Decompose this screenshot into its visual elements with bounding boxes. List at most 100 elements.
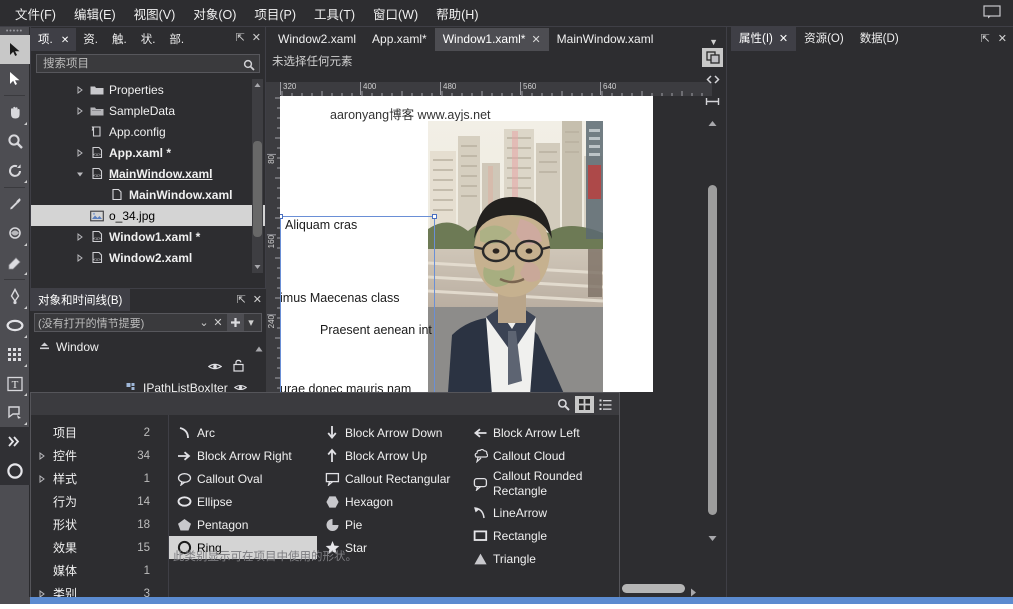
category-row[interactable]: 行为 14 (31, 490, 168, 513)
tree-row[interactable]: <x> MainWindow.xaml (31, 163, 265, 184)
selection-tool-icon[interactable] (0, 35, 30, 64)
pin-icon[interactable]: ⇱ (236, 31, 245, 44)
element-selection-box[interactable] (280, 214, 437, 392)
scrollbar-thumb[interactable] (253, 141, 262, 237)
storyboard-close-icon[interactable]: ✕ (211, 316, 225, 329)
search-input[interactable] (41, 56, 255, 71)
scrollbar-thumb[interactable] (708, 185, 717, 515)
xaml-view-icon[interactable] (702, 70, 723, 89)
tab-assets[interactable]: 资. (76, 28, 105, 51)
shape-item-callout-rounded-rectangle[interactable]: Callout Rounded Rectangle (465, 467, 625, 501)
assets-chevron-icon[interactable] (0, 427, 30, 456)
expander-collapsed-icon[interactable] (35, 474, 49, 483)
category-row[interactable]: 项目 2 (31, 421, 168, 444)
objects-scroll-up-icon[interactable] (255, 341, 263, 355)
pan-hand-tool-icon[interactable] (0, 98, 30, 127)
unlock-icon[interactable] (233, 359, 244, 375)
project-tree-scrollbar[interactable] (252, 79, 263, 273)
expander-collapsed-icon[interactable] (73, 253, 87, 262)
plus-icon[interactable] (227, 314, 244, 331)
expander-collapsed-icon[interactable] (73, 106, 87, 115)
scrollbar-thumb[interactable] (622, 584, 685, 593)
close-icon[interactable]: ✕ (531, 33, 540, 46)
toolbar-grip[interactable]: ••••• (0, 27, 29, 35)
shape-item-callout-oval[interactable]: Callout Oval (169, 467, 309, 490)
grid-view-icon[interactable] (575, 395, 594, 413)
photo-portrait[interactable] (428, 121, 603, 392)
storyboard-selector[interactable]: (没有打开的情节提要) ⌄ ✕ ▾ (34, 313, 262, 332)
eye-icon[interactable] (207, 360, 223, 374)
tab-project-close-icon[interactable]: ✕ (61, 35, 69, 46)
selection-handle[interactable] (432, 214, 437, 219)
menu-file[interactable]: 文件(F) (6, 0, 65, 27)
category-row[interactable]: 媒体 1 (31, 559, 168, 582)
canvas-vertical-scrollbar[interactable] (707, 185, 718, 555)
tree-row[interactable]: <x> Window2.xaml (31, 247, 265, 268)
shape-tool-icon[interactable] (0, 398, 30, 427)
search-box[interactable] (36, 54, 260, 73)
close-icon[interactable]: ✕ (253, 293, 262, 306)
camera-orbit-tool-icon[interactable] (0, 156, 30, 185)
design-view-icon[interactable] (702, 48, 723, 67)
tree-row[interactable]: SampleData (31, 100, 265, 121)
tab-states[interactable]: 状. (134, 28, 163, 51)
feedback-icon[interactable] (983, 5, 1001, 19)
scroll-down-icon[interactable] (252, 261, 263, 273)
tree-row-selected[interactable]: o_34.jpg (31, 205, 265, 226)
expander-collapsed-icon[interactable] (73, 148, 87, 157)
shape-item-pie[interactable]: Pie (317, 513, 465, 536)
direct-selection-tool-icon[interactable] (0, 64, 30, 93)
eyedropper-tool-icon[interactable] (0, 190, 30, 219)
doc-tab-window2[interactable]: Window2.xaml (270, 28, 364, 51)
menu-object[interactable]: 对象(O) (184, 0, 245, 27)
shape-item-block-arrow-right[interactable]: Block Arrow Right (169, 444, 309, 467)
ellipse-tool-icon[interactable] (0, 311, 30, 340)
doc-tab-window1[interactable]: Window1.xaml* ✕ (434, 28, 549, 51)
shape-item-rectangle[interactable]: Rectangle (465, 524, 625, 547)
double-chevron-down-icon[interactable]: ⌄ (197, 316, 211, 329)
selection-handle[interactable] (280, 214, 283, 219)
menu-view[interactable]: 视图(V) (125, 0, 185, 27)
shape-item-callout-cloud[interactable]: Callout Cloud (465, 444, 625, 467)
close-icon[interactable]: ✕ (252, 31, 261, 44)
expander-expanded-icon[interactable] (73, 170, 87, 178)
tab-parts[interactable]: 部. (162, 28, 191, 51)
shape-item-pentagon[interactable]: Pentagon (169, 513, 309, 536)
chevron-down-icon[interactable]: ▾ (244, 316, 258, 329)
tab-triggers[interactable]: 触. (105, 28, 134, 51)
scroll-up-icon[interactable] (702, 114, 723, 133)
shape-item-ellipse[interactable]: Ellipse (169, 490, 309, 513)
scroll-up-icon[interactable] (252, 79, 263, 91)
category-row-shapes[interactable]: 形状 18 (31, 513, 168, 536)
design-canvas[interactable]: aaronyang博客 www.ayjs.net Aliquam cras im… (280, 96, 653, 392)
category-row[interactable]: 效果 15 (31, 536, 168, 559)
tree-row[interactable]: <x> Window1.xaml * (31, 226, 265, 247)
expander-collapsed-icon[interactable] (73, 232, 87, 241)
menu-window[interactable]: 窗口(W) (364, 0, 427, 27)
shape-item-callout-rectangular[interactable]: Callout Rectangular (317, 467, 465, 490)
shape-item-block-arrow-up[interactable]: Block Arrow Up (317, 444, 465, 467)
zoom-tool-icon[interactable] (0, 127, 30, 156)
grid-panel-tool-icon[interactable] (0, 340, 30, 369)
close-icon[interactable]: ✕ (998, 32, 1007, 45)
list-view-icon[interactable] (596, 396, 615, 413)
menu-project[interactable]: 项目(P) (245, 0, 305, 27)
category-row[interactable]: 控件 34 (31, 444, 168, 467)
shape-item-arc[interactable]: Arc (169, 421, 309, 444)
tree-row[interactable]: <x> App.xaml * (31, 142, 265, 163)
tab-properties[interactable]: 属性(I) ✕ (731, 26, 797, 51)
tab-data[interactable]: 数据(D) (852, 26, 907, 51)
gradient-brush-tool-icon[interactable] (0, 248, 30, 277)
shape-item-block-arrow-down[interactable]: Block Arrow Down (317, 421, 465, 444)
shape-item-hexagon[interactable]: Hexagon (317, 490, 465, 513)
shape-item-block-arrow-left[interactable]: Block Arrow Left (465, 421, 625, 444)
tab-objects-timeline[interactable]: 对象和时间线(B) (30, 288, 131, 311)
tab-resources[interactable]: 资源(O) (796, 26, 852, 51)
category-row[interactable]: 样式 1 (31, 467, 168, 490)
tree-row[interactable]: Properties (31, 79, 265, 100)
ring-shape-tool-icon[interactable] (0, 456, 30, 485)
expander-collapsed-icon[interactable] (73, 85, 87, 94)
textbox-tool-icon[interactable]: T (0, 369, 30, 398)
pen-tool-icon[interactable] (0, 282, 30, 311)
tree-row[interactable]: MainWindow.xaml (31, 184, 265, 205)
